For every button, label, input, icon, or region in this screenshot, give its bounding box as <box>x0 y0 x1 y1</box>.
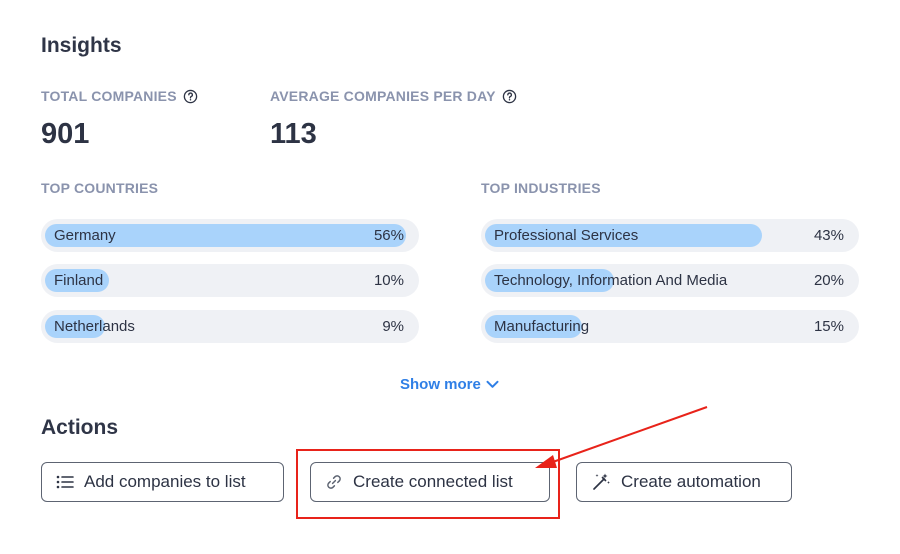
annotation-arrow <box>535 406 708 468</box>
